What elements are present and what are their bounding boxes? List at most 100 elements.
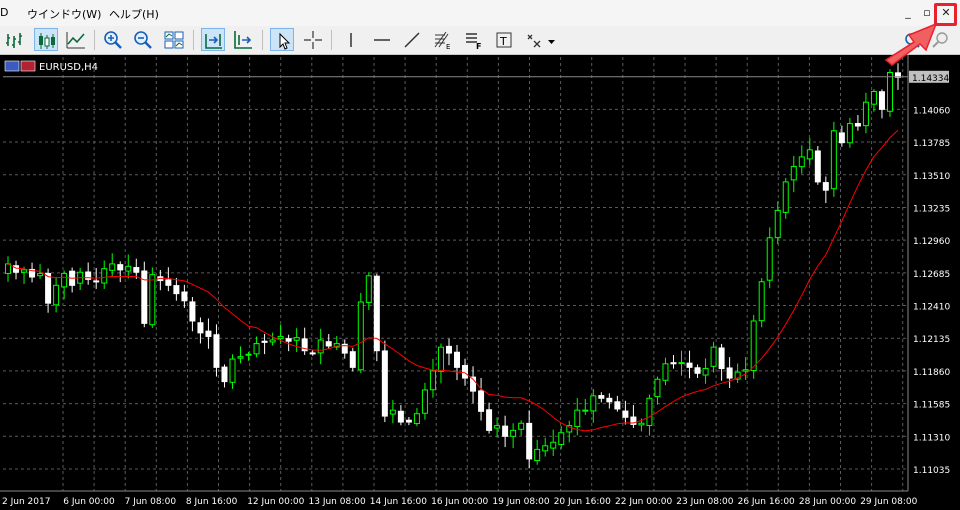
candle-body <box>782 181 789 213</box>
price-chart[interactable]: 1.14060 1.13785 1.13510 1.13235 1.12960 1.126… <box>0 55 960 510</box>
x-tick-label: 23 Jun 08:00 <box>676 497 733 507</box>
zoom-in-icon[interactable] <box>101 28 125 51</box>
candle-body <box>830 130 837 190</box>
x-tick-label: 29 Jun 08:00 <box>860 497 917 507</box>
y-tick-label: 1.11585 <box>913 401 950 411</box>
chart-canvas: 1.14060 1.13785 1.13510 1.13235 1.12960 1.126… <box>0 55 950 507</box>
dropdown-arrow-icon[interactable] <box>545 28 559 51</box>
y-tick-label: 1.12960 <box>913 237 950 247</box>
candle-body <box>590 395 597 412</box>
candle-body <box>878 91 885 110</box>
cursor-icon[interactable] <box>270 28 294 51</box>
menu-item-partial[interactable]: D <box>0 6 8 19</box>
x-tick-label: 13 Jun 08:00 <box>309 497 366 507</box>
candle-body <box>582 409 589 412</box>
candle-body <box>614 401 621 410</box>
eu-flag-icon <box>4 60 20 72</box>
menu-help[interactable]: ヘルプ(H) <box>109 6 159 22</box>
candle-body <box>502 425 509 437</box>
x-tick-label: 14 Jun 16:00 <box>370 497 427 507</box>
candle-body <box>534 448 541 462</box>
toolbar: E F T <box>0 26 960 55</box>
candle-body <box>245 353 252 356</box>
candle-body <box>726 367 733 379</box>
candle-body <box>486 409 493 431</box>
candle-body <box>109 263 116 271</box>
y-tick-label: 1.13785 <box>913 139 950 149</box>
fibonacci-icon[interactable]: E <box>431 28 455 51</box>
svg-text:F: F <box>476 42 481 50</box>
candlestick-icon[interactable] <box>34 28 58 51</box>
candle-body <box>237 356 244 359</box>
candle-body <box>606 397 613 403</box>
candle-body <box>117 264 124 271</box>
candle-body <box>838 132 845 144</box>
candle-body <box>670 362 677 365</box>
chart-shift-icon[interactable] <box>201 28 225 51</box>
candle-body <box>445 345 452 354</box>
candle-body <box>173 285 180 295</box>
candle-body <box>37 272 44 277</box>
current-price-label: 1.14334 <box>912 74 949 84</box>
candle-body <box>766 237 773 281</box>
candle-body <box>269 339 276 343</box>
candle-body <box>325 341 332 347</box>
y-tick-label: 1.11035 <box>913 466 950 476</box>
candle-body <box>646 397 653 426</box>
candle-body <box>806 149 813 160</box>
candle-body <box>277 335 284 340</box>
y-tick-label: 1.11860 <box>913 368 950 378</box>
candle-body <box>886 72 893 112</box>
candle-body <box>285 338 292 342</box>
candle-body <box>261 340 268 343</box>
candle-body <box>454 351 461 368</box>
x-tick-label: 6 Jun 00:00 <box>63 497 115 507</box>
candle-body <box>574 409 581 428</box>
candle-body <box>598 395 605 399</box>
arrows-icon[interactable] <box>523 28 547 51</box>
candle-body <box>133 267 140 273</box>
x-tick-label: 12 Jun 00:00 <box>247 497 304 507</box>
x-tick-label: 22 Jun 00:00 <box>615 497 672 507</box>
candle-body <box>846 123 853 144</box>
candle-body <box>45 272 52 304</box>
candle-body <box>349 351 356 368</box>
candle-body <box>542 445 549 452</box>
candle-body <box>814 150 821 183</box>
candle-body <box>429 370 436 391</box>
candle-body <box>678 362 685 365</box>
candle-body <box>389 409 396 415</box>
candle-body <box>742 369 749 372</box>
x-tick-label: 26 Jun 16:00 <box>738 497 795 507</box>
candle-body <box>21 269 28 273</box>
toolbar-separator <box>262 30 263 50</box>
candle-body <box>213 334 220 368</box>
horizontal-line-icon[interactable] <box>370 28 394 51</box>
bar-chart-icon[interactable] <box>3 28 27 51</box>
minimize-button[interactable]: _ <box>900 5 916 21</box>
pointer-arrow-icon <box>884 22 938 66</box>
candle-body <box>702 368 709 376</box>
candle-body <box>758 281 765 322</box>
y-tick-label: 1.14060 <box>913 106 950 116</box>
zoom-out-icon[interactable] <box>131 28 155 51</box>
trendline-icon[interactable] <box>400 28 424 51</box>
menu-window[interactable]: ウインドウ(W) <box>27 6 101 22</box>
crosshair-icon[interactable] <box>301 28 325 51</box>
tile-windows-icon[interactable] <box>162 28 186 51</box>
y-tick-label: 1.12685 <box>913 270 950 280</box>
fibonacci-fan-icon[interactable]: F <box>462 28 486 51</box>
line-chart-icon[interactable] <box>64 28 88 51</box>
candle-body <box>221 366 228 383</box>
us-flag-icon <box>20 60 36 72</box>
candle-body <box>437 346 444 372</box>
toolbar-separator <box>331 30 332 50</box>
candle-body <box>526 422 533 460</box>
menu-bar: D ウインドウ(W) ヘルプ(H) _ ▫ ✕ <box>0 0 960 26</box>
text-label-icon[interactable]: T <box>492 28 516 51</box>
autoscroll-icon[interactable] <box>231 28 255 51</box>
candle-body <box>518 422 525 430</box>
restore-button[interactable]: ▫ <box>919 5 935 21</box>
vertical-line-icon[interactable] <box>339 28 363 51</box>
candle-body <box>654 378 661 398</box>
